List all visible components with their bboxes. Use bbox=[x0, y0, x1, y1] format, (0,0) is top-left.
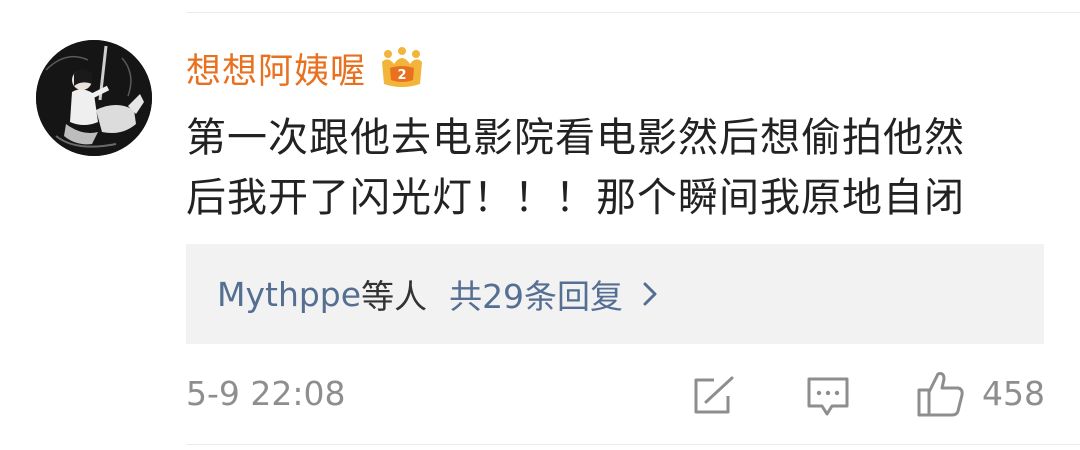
replies-box[interactable]: Mythppe 等人 共29条回复 bbox=[186, 244, 1044, 344]
svg-text:2: 2 bbox=[397, 68, 406, 83]
comment-text: 第一次跟他去电影院看电影然后想偷拍他然 后我开了闪光灯！！！那个瞬间我原地自闭 bbox=[186, 108, 1066, 228]
username[interactable]: 想想阿姨喔 bbox=[186, 43, 366, 94]
chevron-right-icon bbox=[641, 280, 659, 308]
share-icon[interactable] bbox=[692, 376, 736, 420]
avatar[interactable] bbox=[36, 40, 152, 156]
comment-line: 第一次跟他去电影院看电影然后想偷拍他然 bbox=[186, 115, 965, 161]
replies-users[interactable]: Mythppe bbox=[217, 275, 361, 314]
username-row: 想想阿姨喔 2 bbox=[186, 40, 426, 96]
replies-count[interactable]: 共29条回复 bbox=[449, 270, 623, 318]
bottom-divider bbox=[186, 444, 1080, 445]
thumbs-up-icon[interactable] bbox=[916, 370, 966, 422]
comment-icon[interactable] bbox=[806, 376, 850, 422]
replies-suffix: 等人 bbox=[361, 277, 428, 316]
comment-line: 后我开了闪光灯！！！那个瞬间我原地自闭 bbox=[186, 175, 965, 221]
timestamp: 5-9 22:08 bbox=[186, 374, 346, 413]
top-divider bbox=[186, 12, 1080, 13]
avatar-image bbox=[36, 40, 152, 156]
crown-icon[interactable]: 2 bbox=[378, 46, 426, 90]
like-count: 458 bbox=[982, 374, 1045, 413]
